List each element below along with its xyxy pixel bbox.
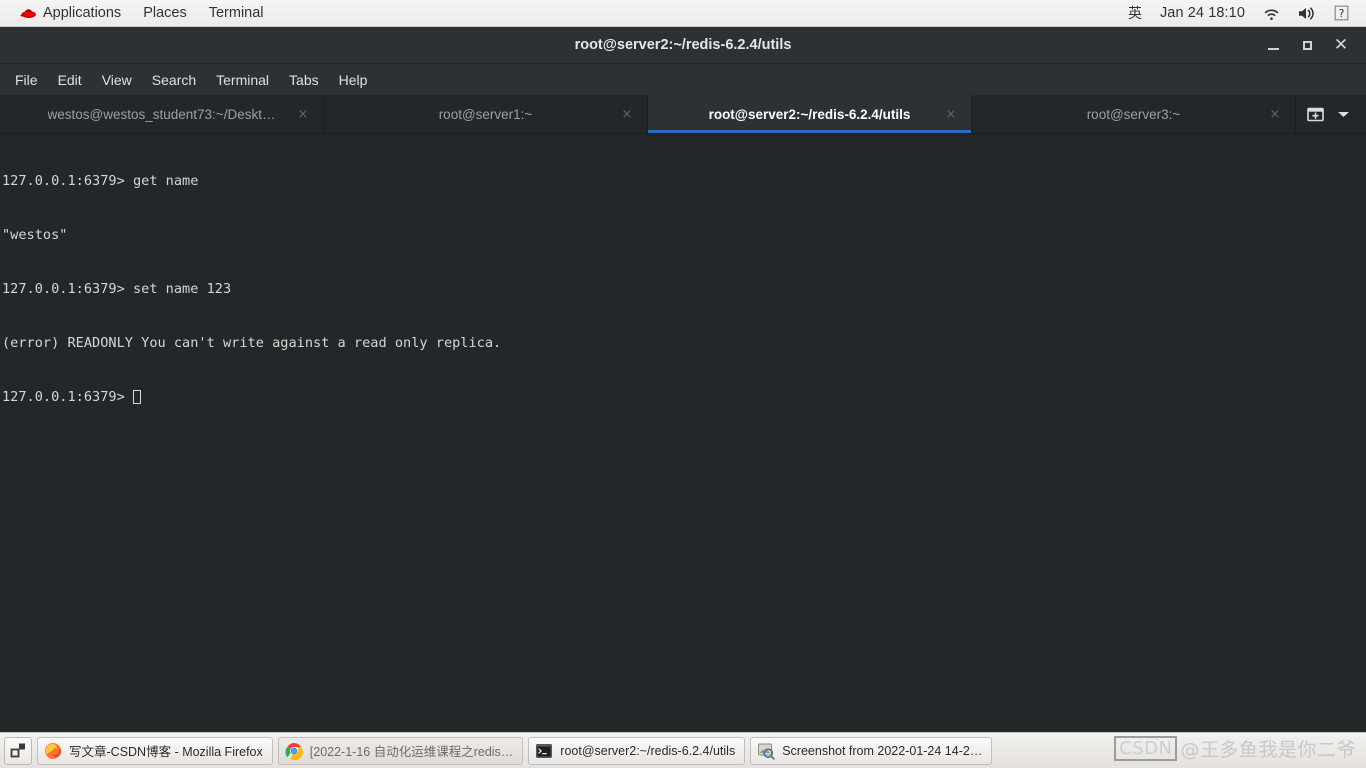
- terminal-cursor: [132, 390, 141, 404]
- tab-label: westos@westos_student73:~/Deskt…: [47, 106, 276, 122]
- maximize-icon: [1302, 40, 1312, 50]
- terminal-line: (error) READONLY You can't write against…: [2, 335, 502, 351]
- input-method-indicator[interactable]: 英: [1119, 0, 1151, 26]
- svg-text:?: ?: [1339, 7, 1345, 20]
- menu-terminal-label: Terminal: [216, 71, 270, 88]
- places-menu-label: Places: [143, 5, 187, 21]
- clock-label: Jan 24 18:10: [1159, 5, 1245, 21]
- tab-root-server1[interactable]: root@server1:~ ×: [324, 95, 648, 133]
- image-viewer-icon: [758, 743, 775, 760]
- applications-menu-label: Applications: [43, 5, 122, 21]
- terminal-line: 127.0.0.1:6379> set name 123: [2, 281, 232, 297]
- top-panel-left-group: Applications Places Terminal: [0, 0, 275, 26]
- terminal-output-area[interactable]: 127.0.0.1:6379> get name "westos" 127.0.…: [0, 134, 1366, 732]
- tab-root-server3[interactable]: root@server3:~ ×: [972, 95, 1296, 133]
- terminal-icon: [536, 743, 553, 758]
- tab-close-button[interactable]: ×: [943, 106, 959, 122]
- tab-close-button[interactable]: ×: [1267, 106, 1283, 122]
- bottom-taskbar: 写文章-CSDN博客 - Mozilla Firefox [2022-1-16 …: [0, 732, 1366, 768]
- menu-view-label: View: [101, 71, 132, 88]
- tab-label: root@server2:~/redis-6.2.4/utils: [708, 106, 911, 122]
- close-button[interactable]: ✕: [1324, 31, 1358, 59]
- new-terminal-tab-icon: [1306, 107, 1324, 121]
- window-controls: ✕: [1256, 27, 1366, 63]
- menu-help[interactable]: Help: [329, 68, 378, 92]
- tab-list-dropdown-button[interactable]: [1330, 101, 1356, 127]
- watermark-brand: CSDN: [1114, 736, 1178, 761]
- taskbar-item-firefox[interactable]: 写文章-CSDN博客 - Mozilla Firefox: [37, 736, 273, 765]
- menu-edit-label: Edit: [57, 71, 82, 88]
- menu-terminal[interactable]: Terminal: [206, 68, 279, 92]
- taskbar-item-screenshot[interactable]: Screenshot from 2022-01-24 14-2…: [750, 736, 993, 765]
- red-hat-logo: [20, 9, 36, 18]
- tab-westos-student73[interactable]: westos@westos_student73:~/Deskt… ×: [0, 95, 324, 133]
- tab-label: root@server1:~: [438, 106, 533, 122]
- terminal-app-menu-label: Terminal: [208, 5, 264, 21]
- tabbar-actions: [1296, 95, 1366, 133]
- taskbar-item-label: Screenshot from 2022-01-24 14-2…: [782, 743, 983, 758]
- taskbar-item-terminal[interactable]: root@server2:~/redis-6.2.4/utils: [528, 736, 746, 765]
- menu-file-label: File: [15, 71, 38, 88]
- watermark-handle: @王多鱼我是你二爷: [1180, 739, 1356, 761]
- terminal-tabbar: westos@westos_student73:~/Deskt… × root@…: [0, 95, 1366, 134]
- volume-menu[interactable]: [1289, 0, 1325, 26]
- terminal-line: 127.0.0.1:6379> get name: [2, 173, 199, 189]
- help-icon: ?: [1334, 5, 1349, 21]
- window-titlebar[interactable]: root@server2:~/redis-6.2.4/utils ✕: [0, 27, 1366, 64]
- terminal-prompt-line: 127.0.0.1:6379>: [2, 388, 1366, 406]
- menu-tabs[interactable]: Tabs: [279, 68, 329, 92]
- menu-help-label: Help: [338, 71, 368, 88]
- menu-file[interactable]: File: [5, 68, 48, 92]
- menu-tabs-label: Tabs: [289, 71, 319, 88]
- clock-button[interactable]: Jan 24 18:10: [1151, 0, 1254, 26]
- chevron-down-icon: [1337, 111, 1349, 117]
- wifi-icon: [1264, 8, 1279, 20]
- gnome-top-panel: Applications Places Terminal 英 Jan 24 18…: [0, 0, 1366, 27]
- taskbar-item-label: root@server2:~/redis-6.2.4/utils: [560, 743, 736, 758]
- tab-label: root@server3:~: [1086, 106, 1181, 122]
- terminal-prompt: 127.0.0.1:6379>: [2, 389, 133, 405]
- taskbar-item-label: 写文章-CSDN博客 - Mozilla Firefox: [69, 745, 263, 759]
- chrome-icon: [285, 742, 303, 760]
- applications-menu[interactable]: Applications: [8, 0, 132, 26]
- volume-icon: [1299, 6, 1314, 20]
- terminal-window: root@server2:~/redis-6.2.4/utils ✕ File …: [0, 27, 1366, 732]
- tab-root-server2[interactable]: root@server2:~/redis-6.2.4/utils ×: [648, 95, 972, 133]
- terminal-line: "westos": [2, 227, 68, 243]
- minimize-icon: [1267, 47, 1279, 50]
- close-icon: ✕: [1333, 34, 1349, 55]
- tab-close-button[interactable]: ×: [619, 106, 635, 122]
- system-status-menu[interactable]: [1254, 0, 1289, 26]
- places-menu[interactable]: Places: [132, 0, 198, 26]
- show-desktop-button[interactable]: [4, 736, 32, 765]
- terminal-app-menu[interactable]: Terminal: [198, 0, 275, 26]
- menu-view[interactable]: View: [92, 68, 142, 92]
- minimize-button[interactable]: [1256, 31, 1290, 59]
- menu-search-label: Search: [151, 71, 197, 88]
- firefox-icon: [45, 742, 62, 759]
- menu-search[interactable]: Search: [142, 68, 206, 92]
- taskbar-item-label: [2022-1-16 自动化运维课程之redis…: [309, 745, 514, 759]
- help-indicator[interactable]: ?: [1325, 0, 1358, 26]
- top-panel-status-area: 英 Jan 24 18:10 ?: [1119, 0, 1366, 26]
- new-tab-button[interactable]: [1302, 101, 1328, 127]
- menu-edit[interactable]: Edit: [48, 68, 92, 92]
- window-title: root@server2:~/redis-6.2.4/utils: [574, 37, 792, 53]
- show-desktop-icon: [10, 743, 25, 758]
- tab-close-button[interactable]: ×: [295, 106, 311, 122]
- csdn-watermark: CSDN @王多鱼我是你二爷: [1114, 735, 1356, 762]
- taskbar-item-chrome[interactable]: [2022-1-16 自动化运维课程之redis…: [277, 736, 524, 765]
- maximize-button[interactable]: [1290, 31, 1324, 59]
- menubar: File Edit View Search Terminal Tabs Help: [0, 64, 1366, 95]
- input-method-label: 英: [1127, 6, 1142, 22]
